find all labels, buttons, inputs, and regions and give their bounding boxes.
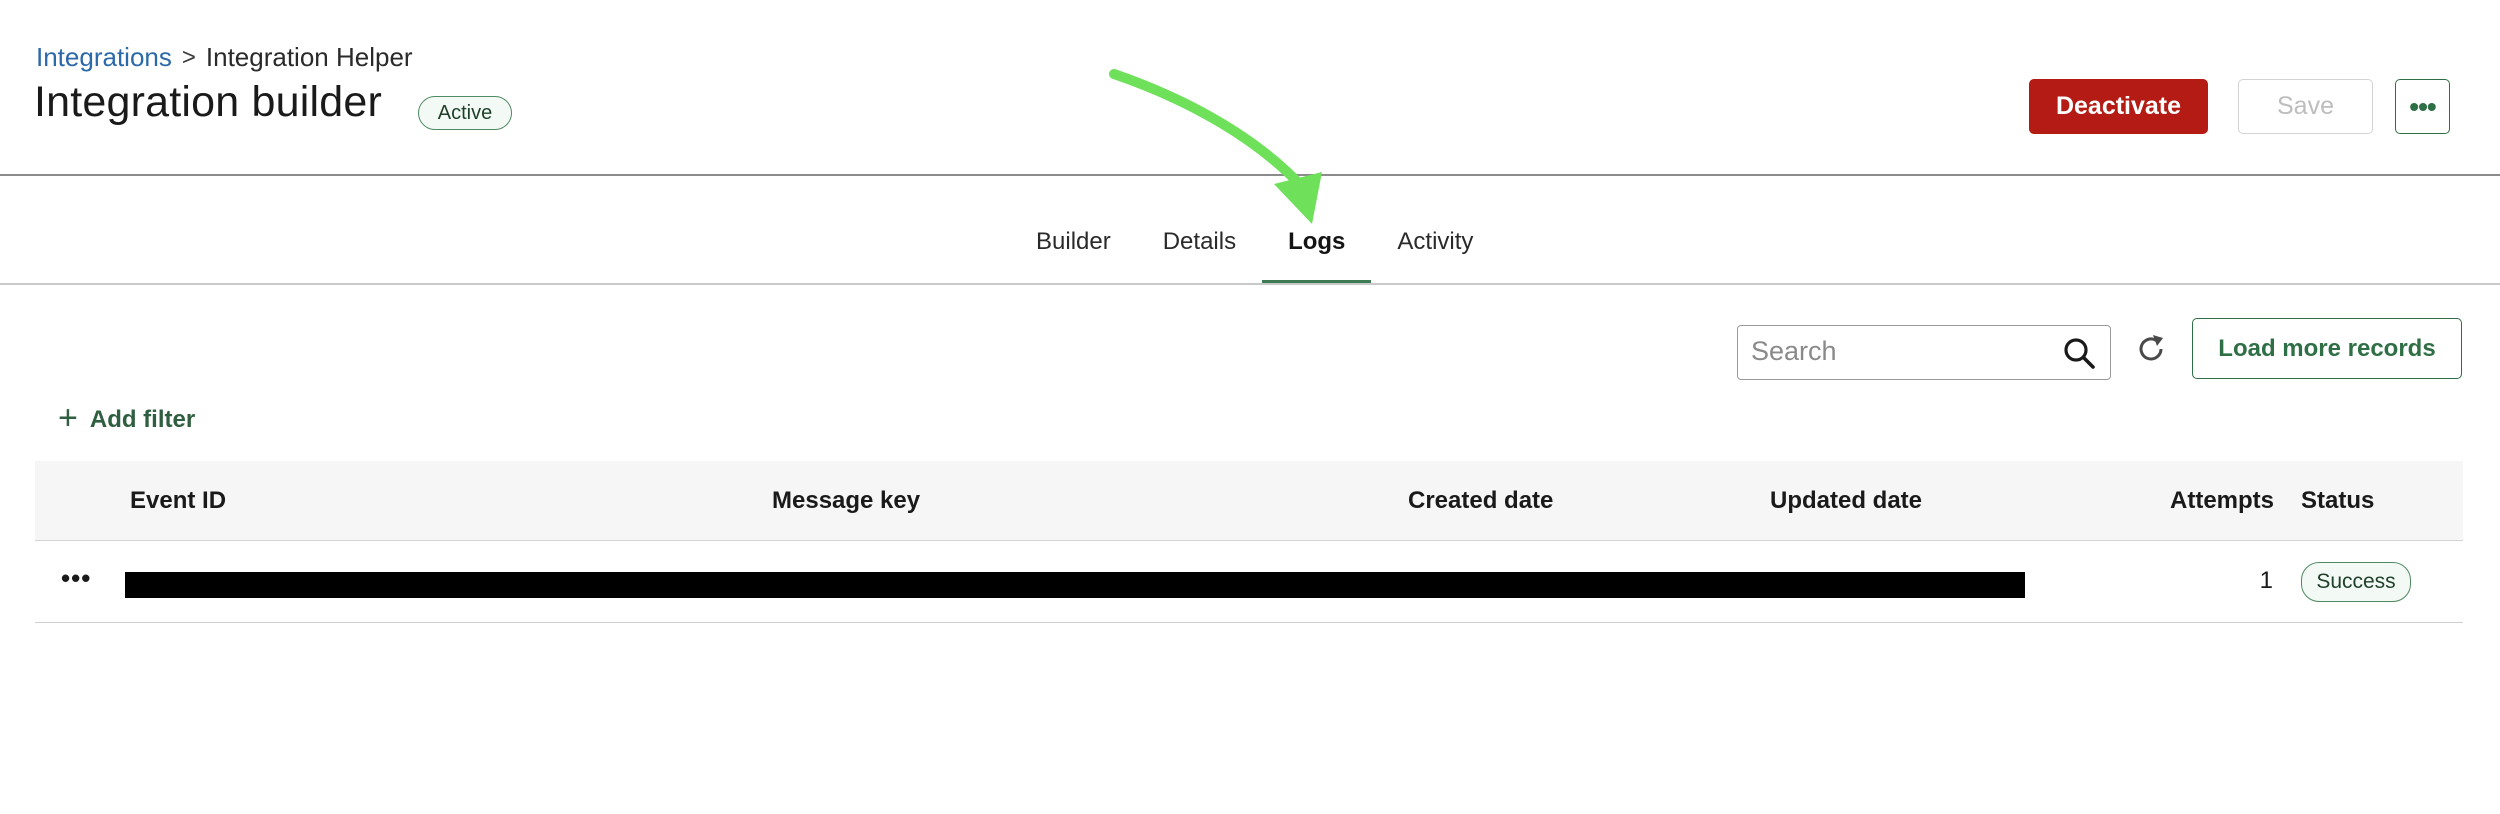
column-header-event-id[interactable]: Event ID [130, 487, 226, 515]
column-header-message-key[interactable]: Message key [772, 487, 920, 515]
add-filter-label: Add filter [89, 405, 196, 433]
search-icon[interactable] [2062, 336, 2096, 370]
tab-details[interactable]: Details [1137, 200, 1262, 284]
tab-logs[interactable]: Logs [1262, 200, 1372, 284]
tab-builder[interactable]: Builder [1010, 200, 1137, 284]
column-header-updated-date[interactable]: Updated date [1770, 487, 1922, 515]
load-more-records-button[interactable]: Load more records [2192, 318, 2462, 379]
add-filter-button[interactable]: + Add filter [58, 399, 196, 437]
save-button[interactable]: Save [2238, 79, 2373, 134]
search-field [1737, 325, 2111, 380]
row-actions-button[interactable]: ••• [61, 563, 91, 594]
table-row: ••• 1 Success [35, 541, 2463, 623]
status-badge: Active [418, 96, 512, 130]
table-header: Event ID Message key Created date Update… [35, 461, 2463, 541]
column-header-attempts[interactable]: Attempts [2170, 487, 2274, 515]
column-header-status[interactable]: Status [2301, 487, 2374, 515]
breadcrumb: Integrations > Integration Helper [36, 42, 413, 73]
deactivate-button[interactable]: Deactivate [2029, 79, 2208, 134]
plus-icon: + [58, 399, 78, 437]
status-badge: Success [2301, 562, 2411, 602]
breadcrumb-link-integrations[interactable]: Integrations [36, 42, 172, 73]
refresh-icon[interactable] [2134, 332, 2168, 366]
search-input[interactable] [1738, 326, 2038, 377]
attempts-cell: 1 [2259, 567, 2273, 594]
tabs-divider [0, 283, 2500, 285]
redacted-content [125, 572, 2025, 598]
page-title: Integration builder [34, 78, 383, 126]
tab-bar: Builder Details Logs Activity [1010, 200, 1499, 284]
breadcrumb-current: Integration Helper [205, 42, 413, 72]
logs-table: Event ID Message key Created date Update… [35, 461, 2463, 623]
column-header-created-date[interactable]: Created date [1408, 487, 1553, 515]
more-actions-button[interactable]: ••• [2395, 79, 2450, 134]
chevron-right-icon: > [181, 43, 196, 71]
tab-activity[interactable]: Activity [1371, 200, 1499, 284]
